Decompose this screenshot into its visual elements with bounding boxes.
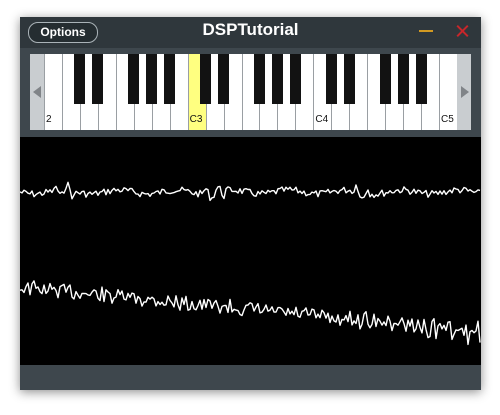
- black-key[interactable]: [415, 54, 427, 104]
- minimize-icon[interactable]: [419, 30, 433, 32]
- title-bar: Options DSPTutorial: [20, 17, 481, 48]
- key-label: C3: [189, 114, 203, 125]
- options-button[interactable]: Options: [28, 22, 98, 43]
- key-label: 2: [46, 114, 52, 125]
- black-key[interactable]: [325, 54, 337, 104]
- black-key[interactable]: [164, 54, 176, 104]
- black-key[interactable]: [343, 54, 355, 104]
- black-key[interactable]: [289, 54, 301, 104]
- midi-keyboard[interactable]: 2 C3 C4 C5: [30, 54, 471, 130]
- black-key[interactable]: [146, 54, 158, 104]
- keyboard-keys[interactable]: 2 C3 C4 C5: [44, 54, 457, 130]
- black-key[interactable]: [74, 54, 86, 104]
- plugin-window: Options DSPTutorial 2 C3 C4 C5: [20, 17, 481, 390]
- close-icon[interactable]: [454, 21, 470, 41]
- window-title: DSPTutorial: [202, 20, 299, 39]
- black-key[interactable]: [271, 54, 283, 104]
- scroll-right-button[interactable]: [457, 54, 471, 130]
- black-key[interactable]: [128, 54, 140, 104]
- waveform-svg: [20, 181, 481, 346]
- black-key[interactable]: [92, 54, 104, 104]
- key-label: C4: [315, 114, 329, 125]
- key-label: C5: [441, 114, 454, 125]
- waveform-top: [20, 181, 481, 202]
- black-key[interactable]: [397, 54, 409, 104]
- black-key[interactable]: [253, 54, 266, 104]
- oscilloscope-display: [20, 137, 481, 365]
- bottom-bar: [20, 365, 481, 390]
- scroll-left-button[interactable]: [30, 54, 44, 130]
- black-key[interactable]: [200, 54, 212, 104]
- black-key[interactable]: [379, 54, 391, 104]
- waveform-bottom: [20, 280, 481, 346]
- black-key[interactable]: [217, 54, 230, 104]
